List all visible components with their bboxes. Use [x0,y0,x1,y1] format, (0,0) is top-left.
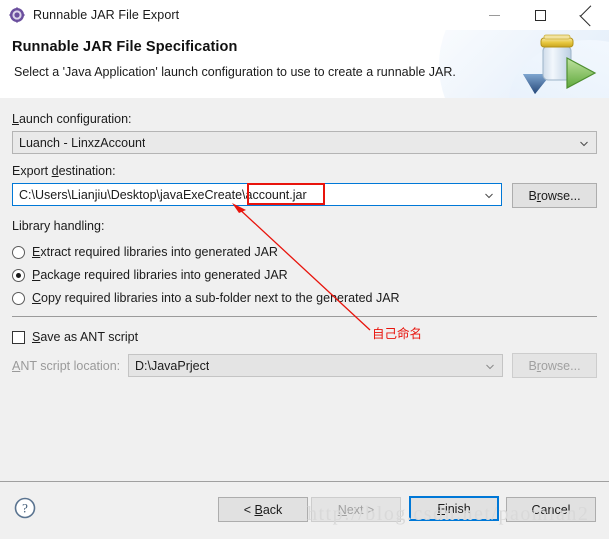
checkbox-indicator [12,330,25,344]
browse-label: Browse... [528,358,581,373]
export-destination-combo[interactable]: C:\Users\Lianjiu\Desktop\javaExeCreate\a… [12,183,502,206]
radio-package-libraries[interactable]: Package required libraries into generate… [12,268,288,282]
radio-copy-libraries[interactable]: Copy required libraries into a sub-folde… [12,291,400,305]
help-question-icon[interactable]: ? [14,497,36,519]
title-bar: Runnable JAR File Export [0,0,609,30]
section-separator [12,316,597,317]
export-destination-browse-button[interactable]: Browse... [512,183,597,208]
eclipse-export-icon [9,7,25,23]
maximize-button[interactable] [517,0,563,30]
close-icon [580,9,593,22]
chevron-down-icon [580,141,588,147]
ant-script-browse-button[interactable]: Browse... [512,353,597,378]
ant-script-location-combo[interactable]: D:\JavaPrject [128,354,503,377]
radio-package-libraries-label: Package required libraries into generate… [32,268,288,282]
save-as-ant-script-checkbox[interactable]: Save as ANT script [12,330,138,344]
page-title: Runnable JAR File Specification [12,39,238,55]
window-title: Runnable JAR File Export [33,8,180,22]
minimize-icon [488,14,500,16]
radio-copy-libraries-label: Copy required libraries into a sub-folde… [32,291,400,305]
radio-indicator [12,245,25,259]
launch-configuration-combo[interactable]: Luanch - LinxzAccount [12,131,597,154]
export-destination-label: Export destination: [12,164,116,178]
cancel-button[interactable]: Cancel [506,497,596,522]
save-as-ant-script-label: Save as ANT script [32,330,139,344]
chevron-down-icon [485,193,493,199]
launch-configuration-label: Launch configuration: [12,112,132,126]
wizard-banner: Runnable JAR File Specification Select a… [0,30,609,98]
jar-export-icon [517,32,601,98]
next-button[interactable]: Next > [311,497,401,522]
radio-indicator-selected [12,268,25,282]
minimize-button[interactable] [471,0,517,30]
chevron-down-icon [486,364,494,370]
window-controls [471,0,609,30]
finish-button-label: Finish [437,501,471,516]
browse-label: Browse... [528,188,581,203]
cancel-button-label: Cancel [531,502,571,517]
radio-extract-libraries-label: Extract required libraries into generate… [32,245,278,259]
close-button[interactable] [563,0,609,30]
radio-indicator [12,291,25,305]
back-button-label: < Back [243,502,283,517]
library-handling-label: Library handling: [12,219,105,233]
page-subtitle: Select a 'Java Application' launch confi… [14,65,456,79]
ant-script-location-value: D:\JavaPrject [135,358,210,373]
export-destination-value: C:\Users\Lianjiu\Desktop\javaExeCreate\a… [19,187,307,202]
svg-text:?: ? [22,501,28,516]
finish-button[interactable]: Finish [409,496,499,521]
maximize-icon [534,9,546,21]
next-button-label: Next > [337,502,375,517]
dialog-body: Launch configuration: Luanch - LinxzAcco… [0,99,609,481]
launch-configuration-label-text: aunch configuration: [18,112,132,126]
launch-configuration-value: Luanch - LinxzAccount [19,135,146,150]
annotation-note: 自己命名 [372,327,423,341]
back-button[interactable]: < Back [218,497,308,522]
radio-extract-libraries[interactable]: Extract required libraries into generate… [12,245,278,259]
footer-separator [0,481,609,482]
runnable-jar-export-dialog: Runnable JAR File Export Runnable JAR Fi… [0,0,609,539]
ant-script-location-label: ANT script location: [12,359,121,373]
